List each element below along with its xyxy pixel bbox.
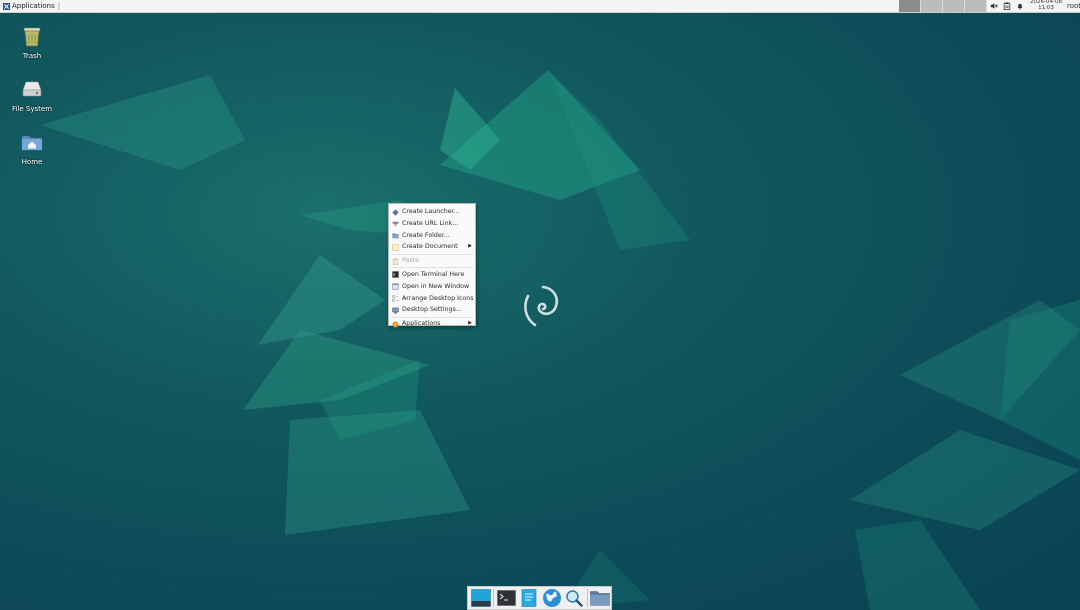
desktop-icon-label: Home	[21, 158, 43, 166]
menu-item-label: Paste	[402, 257, 419, 265]
file-manager-icon	[590, 591, 611, 606]
xfce-logo-icon	[3, 2, 10, 10]
applications-menu-button[interactable]: Applications |	[1, 0, 62, 12]
applications-icon	[392, 321, 399, 328]
dock-file-manager[interactable]	[590, 588, 611, 608]
menu-item-create-launcher[interactable]: Create Launcher...	[389, 206, 475, 218]
menu-item-label: Arrange Desktop Icons	[402, 294, 474, 302]
menu-item-open-terminal-here[interactable]: Open Terminal Here	[389, 269, 475, 281]
bottom-dock	[467, 586, 612, 610]
menu-item-label: Open Terminal Here	[402, 270, 465, 278]
desktop[interactable]: Applications | 2026-04-08 11:03 root Tra…	[0, 0, 1080, 610]
desktop-icon-home[interactable]: Home	[2, 130, 62, 166]
desktop-icon-label: File System	[11, 105, 53, 113]
menu-item-arrange-desktop-icons[interactable]: Arrange Desktop Icons	[389, 293, 475, 305]
desktop-icon-label: Trash	[22, 52, 42, 60]
workspace-1[interactable]	[899, 0, 921, 12]
system-tray	[990, 0, 1024, 12]
home-folder-icon	[21, 135, 43, 151]
text-editor-icon	[522, 589, 537, 607]
workspace-4[interactable]	[965, 0, 987, 12]
menu-item-label: Open in New Window	[402, 282, 470, 290]
user-menu[interactable]: root	[1067, 0, 1080, 12]
menu-item-create-document[interactable]: Create Document ▶	[389, 241, 475, 253]
clock-time: 11:03	[1038, 4, 1054, 11]
paste-icon	[392, 258, 399, 265]
dock-web-browser[interactable]	[541, 588, 562, 608]
drive-icon	[22, 81, 42, 97]
menu-item-desktop-settings[interactable]: Desktop Settings...	[389, 304, 475, 316]
window-icon	[392, 283, 399, 290]
trash-icon	[23, 27, 41, 47]
document-icon	[392, 244, 399, 251]
web-browser-icon	[542, 589, 561, 607]
submenu-arrow-icon: ▶	[468, 320, 472, 327]
debian-logo-icon	[524, 285, 559, 327]
dock-terminal[interactable]	[496, 588, 517, 608]
menu-item-label: Applications	[402, 320, 441, 328]
dock-show-desktop[interactable]	[470, 588, 491, 608]
launcher-icon	[392, 208, 399, 216]
mute-icon[interactable]	[990, 2, 998, 10]
top-panel: Applications | 2026-04-08 11:03 root	[0, 0, 1080, 13]
menu-item-label: Create Document	[402, 243, 458, 251]
workspace-3[interactable]	[943, 0, 965, 12]
dock-app-finder[interactable]	[563, 588, 584, 608]
menu-item-label: Create Launcher...	[402, 208, 460, 215]
arrange-icon	[392, 295, 399, 302]
menu-item-open-in-new-window[interactable]: Open in New Window	[389, 281, 475, 293]
dock-separator	[586, 589, 588, 607]
monitor-icon	[392, 307, 399, 314]
menu-item-paste: Paste	[389, 255, 475, 267]
dock-text-editor[interactable]	[519, 588, 540, 608]
clipboard-icon[interactable]	[1003, 2, 1011, 10]
panel-separator: |	[57, 2, 61, 10]
submenu-arrow-icon: ▶	[468, 243, 472, 250]
terminal-icon	[497, 590, 517, 606]
dock-separator	[493, 589, 495, 607]
desktop-context-menu: Create Launcher... Create URL Link... Cr…	[388, 203, 476, 327]
folder-icon	[392, 233, 399, 239]
clock[interactable]: 2026-04-08 11:03	[1028, 0, 1064, 12]
menu-item-applications[interactable]: Applications ▶	[389, 318, 475, 330]
menu-item-label: Create Folder...	[402, 231, 450, 239]
terminal-icon	[392, 271, 399, 279]
applications-menu-label: Applications	[12, 2, 55, 10]
menu-item-create-folder[interactable]: Create Folder...	[389, 230, 475, 242]
menu-item-create-url-link[interactable]: Create URL Link...	[389, 218, 475, 230]
app-finder-icon	[566, 590, 583, 607]
desktop-icon-trash[interactable]: Trash	[2, 24, 62, 60]
menu-item-label: Create URL Link...	[402, 219, 459, 227]
workspace-switcher[interactable]	[899, 0, 987, 12]
show-desktop-icon	[470, 589, 491, 607]
workspace-2[interactable]	[921, 0, 943, 12]
bell-icon[interactable]	[1016, 2, 1024, 10]
url-link-icon	[392, 222, 399, 227]
desktop-icon-file-system[interactable]: File System	[2, 77, 62, 113]
menu-item-label: Desktop Settings...	[402, 306, 462, 314]
